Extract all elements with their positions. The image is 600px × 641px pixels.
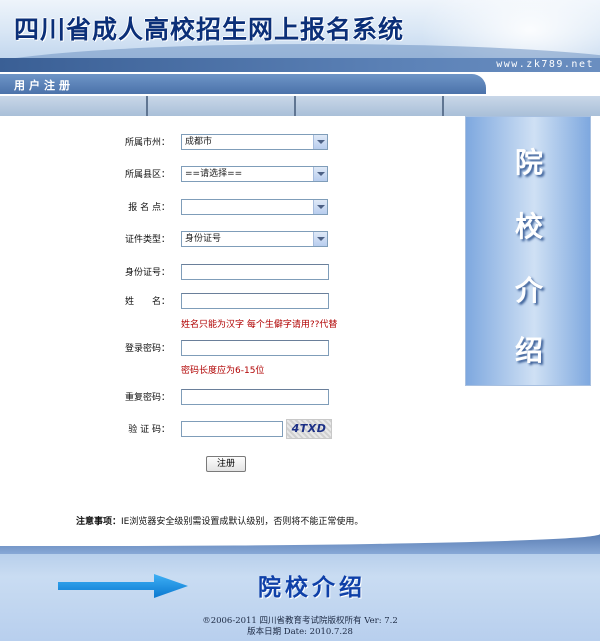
- domain-bar: www.zk789.net: [0, 58, 600, 72]
- captcha-label: 验 证 码：: [128, 425, 170, 435]
- section-title: 用户注册: [14, 79, 74, 92]
- nav-cell: [444, 96, 600, 116]
- copyright-line: ®2006-2011 四川省教育考试院版权所有 Ver: 7.2: [202, 616, 398, 626]
- chevron-down-icon[interactable]: [313, 232, 327, 246]
- id-type-row: 证件类型： 身份证号: [0, 231, 458, 249]
- password-repeat-row: 重复密码：: [0, 389, 458, 407]
- name-input[interactable]: [181, 293, 329, 309]
- site-label: 报 名 点：: [128, 203, 170, 213]
- site-title: 四川省成人高校招生网上报名系统: [14, 15, 405, 44]
- password-input[interactable]: [181, 340, 329, 356]
- version-date: 版本日期 Date: 2010.7.28: [247, 627, 353, 637]
- id-number-label: 身份证号：: [124, 268, 170, 278]
- id-number-row: 身份证号：: [0, 264, 458, 282]
- city-label: 所属市州：: [124, 138, 170, 148]
- captcha-input[interactable]: [181, 421, 283, 437]
- id-type-label: 证件类型：: [124, 235, 170, 245]
- notice-label: 注意事项：: [76, 517, 122, 527]
- college-intro-panel[interactable]: 院 校 介 绍: [465, 116, 591, 386]
- county-select[interactable]: ==请选择==: [181, 166, 328, 182]
- name-row: 姓 名：: [0, 293, 458, 311]
- chevron-down-icon[interactable]: [313, 200, 327, 214]
- password-hint: 密码长度应为6-15位: [181, 366, 265, 376]
- register-button[interactable]: 注册: [206, 456, 246, 472]
- page-header: 四川省成人高校招生网上报名系统: [0, 0, 600, 58]
- id-type-select[interactable]: 身份证号: [181, 231, 328, 247]
- college-intro-link[interactable]: 院校介绍: [258, 568, 366, 602]
- password-label: 登录密码：: [124, 344, 170, 354]
- nav-cell: [148, 96, 296, 116]
- section-tab-bar: 用户注册: [0, 72, 600, 96]
- password-row: 登录密码：: [0, 340, 458, 358]
- password-repeat-input[interactable]: [181, 389, 329, 405]
- county-label: 所属县区：: [124, 170, 170, 180]
- site-row: 报 名 点：: [0, 199, 458, 217]
- notice-text: IE浏览器安全级别需设置成默认级别，否则将不能正常使用。: [121, 517, 364, 527]
- nav-cell: [0, 96, 148, 116]
- notice: 注意事项：IE浏览器安全级别需设置成默认级别，否则将不能正常使用。: [76, 514, 363, 527]
- side-char: 校: [514, 210, 543, 243]
- id-type-select-value: 身份证号: [185, 234, 222, 244]
- city-select-value: 成都市: [185, 137, 213, 147]
- footer-curve: [0, 534, 600, 546]
- chevron-down-icon[interactable]: [313, 167, 327, 181]
- side-panel: 院 校 介 绍: [458, 116, 600, 534]
- password-repeat-label: 重复密码：: [124, 393, 170, 403]
- site-select[interactable]: [181, 199, 328, 215]
- footer-band: [0, 534, 600, 554]
- id-number-input[interactable]: [181, 264, 329, 280]
- nav-strip: [0, 96, 600, 116]
- page-footer: 院校介绍 ®2006-2011 四川省教育考试院版权所有 Ver: 7.2 版本…: [0, 534, 600, 641]
- arrow-right-icon: [58, 574, 188, 598]
- city-select[interactable]: 成都市: [181, 134, 328, 150]
- site-url: www.zk789.net: [496, 59, 594, 70]
- chevron-down-icon[interactable]: [313, 135, 327, 149]
- nav-cell: [296, 96, 444, 116]
- county-row: 所属县区： ==请选择==: [0, 166, 458, 184]
- side-char: 介: [514, 274, 543, 307]
- county-select-value: ==请选择==: [185, 169, 243, 179]
- side-char: 绍: [514, 334, 543, 367]
- city-row: 所属市州： 成都市: [0, 134, 458, 152]
- name-label: 姓 名：: [124, 297, 170, 307]
- copyright: ®2006-2011 四川省教育考试院版权所有 Ver: 7.2 版本日期 Da…: [0, 616, 600, 638]
- name-hint: 姓名只能为汉字 每个生僻字请用??代替: [181, 320, 338, 330]
- registration-form: 所属市州： 成都市 所属县区： ==请选择== 报 名 点： 证件类型： 身份证…: [0, 116, 458, 534]
- captcha-row: 验 证 码： 4TXD: [0, 419, 458, 439]
- captcha-image[interactable]: 4TXD: [286, 419, 332, 439]
- side-char: 院: [514, 146, 543, 179]
- section-tab: 用户注册: [0, 74, 486, 94]
